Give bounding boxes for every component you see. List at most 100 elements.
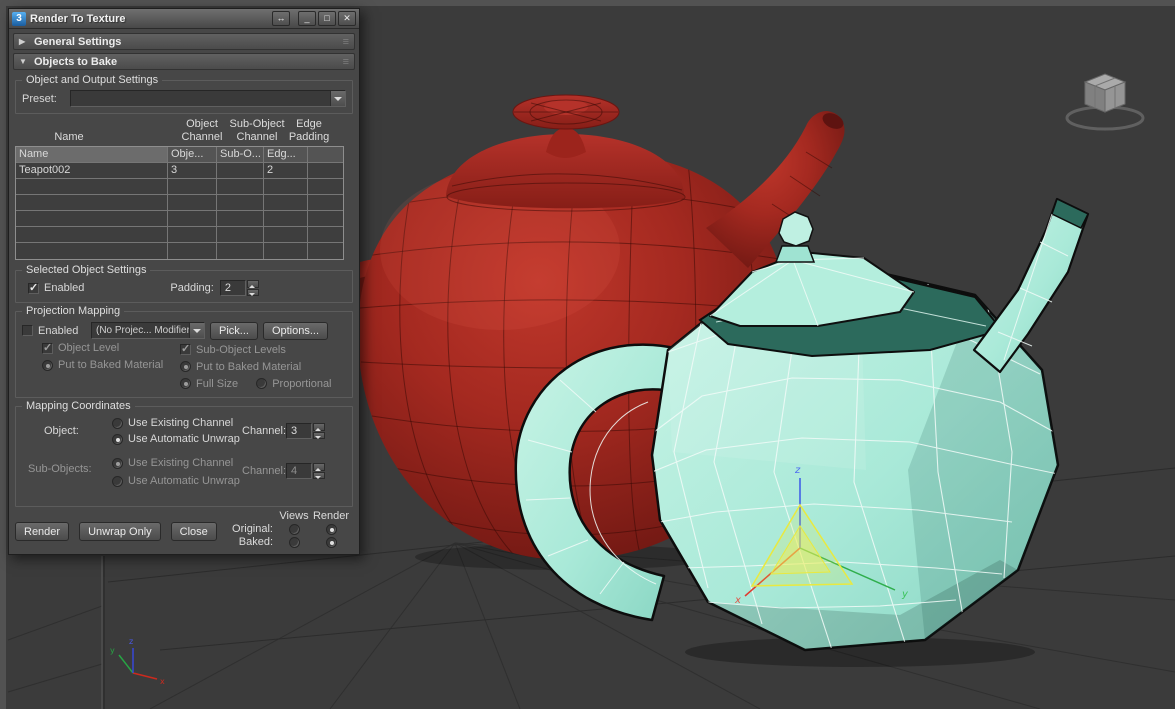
table-header-cell[interactable]: Sub-O... bbox=[217, 147, 264, 162]
table-cell[interactable] bbox=[168, 227, 217, 242]
table-cell[interactable] bbox=[308, 179, 343, 194]
baked-views-radio[interactable] bbox=[288, 536, 300, 548]
table-cell[interactable] bbox=[217, 227, 264, 242]
table-cell[interactable] bbox=[308, 227, 343, 242]
original-render-radio[interactable] bbox=[325, 523, 337, 535]
widen-button[interactable]: ↔ bbox=[272, 11, 290, 26]
table-cell[interactable] bbox=[16, 179, 168, 194]
radio-dot[interactable] bbox=[42, 359, 53, 371]
use-automatic-unwrap-radio[interactable]: Use Automatic Unwrap bbox=[112, 433, 240, 445]
radio-dot[interactable] bbox=[112, 417, 123, 429]
sub-channel-spinner[interactable]: 4 bbox=[286, 463, 325, 479]
table-cell[interactable]: 3 bbox=[168, 163, 217, 178]
projection-enabled-checkbox[interactable]: Enabled bbox=[22, 325, 86, 337]
table-cell[interactable] bbox=[264, 227, 308, 242]
table-cell[interactable] bbox=[168, 195, 217, 210]
table-row[interactable] bbox=[16, 211, 343, 227]
options-button[interactable]: Options... bbox=[262, 321, 329, 340]
table-cell[interactable] bbox=[168, 179, 217, 194]
padding-spinner[interactable]: 2 bbox=[219, 280, 259, 296]
render-button[interactable]: Render bbox=[15, 522, 70, 541]
pick-button[interactable]: Pick... bbox=[210, 321, 258, 340]
radio-dot[interactable] bbox=[112, 433, 123, 445]
table-row[interactable]: Teapot002 3 2 bbox=[16, 163, 343, 179]
table-row[interactable] bbox=[16, 179, 343, 195]
proportional-radio[interactable]: Proportional bbox=[256, 378, 332, 390]
table-cell[interactable] bbox=[217, 243, 264, 259]
table-cell[interactable] bbox=[264, 179, 308, 194]
table-cell[interactable] bbox=[264, 211, 308, 226]
table-cell[interactable] bbox=[217, 163, 264, 178]
spin-down-icon[interactable] bbox=[313, 471, 325, 479]
sub-use-existing-channel-radio[interactable]: Use Existing Channel bbox=[112, 457, 233, 469]
bake-table[interactable]: Name Obje... Sub-O... Edg... Teapot002 3 2 bbox=[15, 146, 344, 260]
table-cell[interactable]: 2 bbox=[264, 163, 308, 178]
table-row[interactable] bbox=[16, 195, 343, 211]
radio-dot[interactable] bbox=[180, 378, 191, 389]
close-button[interactable]: ✕ bbox=[338, 11, 356, 26]
rollout-general-settings[interactable]: ▶ General Settings ≡ bbox=[13, 33, 355, 50]
table-row[interactable] bbox=[16, 227, 343, 243]
table-cell[interactable] bbox=[308, 211, 343, 226]
checkbox-box[interactable] bbox=[42, 341, 53, 354]
original-views-radio[interactable] bbox=[288, 523, 300, 535]
put-to-baked-material-radio-right[interactable]: Put to Baked Material bbox=[180, 361, 301, 373]
table-header-cell[interactable]: Obje... bbox=[168, 147, 217, 162]
table-cell[interactable] bbox=[308, 195, 343, 210]
radio-dot[interactable] bbox=[288, 536, 300, 548]
table-cell[interactable] bbox=[168, 243, 217, 259]
baked-render-radio[interactable] bbox=[325, 536, 337, 548]
table-cell[interactable] bbox=[217, 195, 264, 210]
dialog-titlebar[interactable]: 3 Render To Texture ↔ _ □ ✕ bbox=[9, 9, 359, 29]
table-header-cell[interactable] bbox=[308, 147, 343, 162]
dropdown-arrow-icon[interactable] bbox=[330, 91, 345, 106]
spin-down-icon[interactable] bbox=[313, 431, 325, 439]
spin-up-icon[interactable] bbox=[313, 463, 325, 471]
rollout-objects-to-bake[interactable]: ▼ Objects to Bake ≡ bbox=[13, 53, 355, 70]
table-cell[interactable] bbox=[264, 195, 308, 210]
table-cell[interactable] bbox=[168, 211, 217, 226]
maximize-button[interactable]: □ bbox=[318, 11, 336, 26]
table-cell[interactable] bbox=[16, 227, 168, 242]
table-cell[interactable] bbox=[264, 243, 308, 259]
table-cell[interactable] bbox=[16, 211, 168, 226]
table-cell[interactable] bbox=[16, 195, 168, 210]
padding-value[interactable]: 2 bbox=[219, 280, 246, 296]
table-cell[interactable] bbox=[16, 243, 168, 259]
spin-down-icon[interactable] bbox=[246, 288, 259, 296]
unwrap-only-button[interactable]: Unwrap Only bbox=[79, 522, 161, 541]
preset-dropdown[interactable] bbox=[70, 90, 346, 107]
radio-dot[interactable] bbox=[256, 378, 268, 389]
channel-spinner[interactable]: 3 bbox=[286, 423, 325, 439]
minimize-button[interactable]: _ bbox=[298, 11, 316, 26]
enabled-checkbox[interactable]: Enabled bbox=[28, 281, 84, 294]
table-cell[interactable] bbox=[308, 243, 343, 259]
close-dialog-button[interactable]: Close bbox=[170, 522, 217, 541]
radio-dot[interactable] bbox=[112, 457, 123, 469]
sub-use-automatic-unwrap-radio[interactable]: Use Automatic Unwrap bbox=[112, 475, 240, 487]
use-existing-channel-radio[interactable]: Use Existing Channel bbox=[112, 417, 233, 429]
full-size-radio[interactable]: Full Size bbox=[180, 378, 238, 390]
sub-object-levels-checkbox[interactable]: Sub-Object Levels bbox=[180, 342, 286, 356]
checkbox-box[interactable] bbox=[28, 281, 39, 294]
radio-dot[interactable] bbox=[325, 523, 337, 535]
sub-channel-value[interactable]: 4 bbox=[286, 463, 312, 479]
object-level-checkbox[interactable]: Object Level bbox=[42, 341, 119, 354]
table-cell[interactable] bbox=[308, 163, 343, 178]
spin-up-icon[interactable] bbox=[246, 280, 259, 288]
projection-modifier-dropdown[interactable]: (No Projec... Modifier) bbox=[91, 322, 205, 339]
radio-dot[interactable] bbox=[112, 475, 123, 487]
dropdown-arrow-icon[interactable] bbox=[189, 323, 204, 338]
table-cell[interactable] bbox=[217, 211, 264, 226]
radio-dot[interactable] bbox=[180, 361, 191, 372]
table-cell[interactable]: Teapot002 bbox=[16, 163, 168, 178]
table-header-cell[interactable]: Edg... bbox=[264, 147, 308, 162]
checkbox-box[interactable] bbox=[22, 325, 33, 336]
table-row[interactable] bbox=[16, 243, 343, 259]
table-cell[interactable] bbox=[217, 179, 264, 194]
radio-dot[interactable] bbox=[325, 536, 337, 548]
put-to-baked-material-radio-left[interactable]: Put to Baked Material bbox=[42, 359, 163, 371]
checkbox-box[interactable] bbox=[180, 342, 191, 355]
radio-dot[interactable] bbox=[288, 523, 300, 535]
channel-value[interactable]: 3 bbox=[286, 423, 312, 439]
